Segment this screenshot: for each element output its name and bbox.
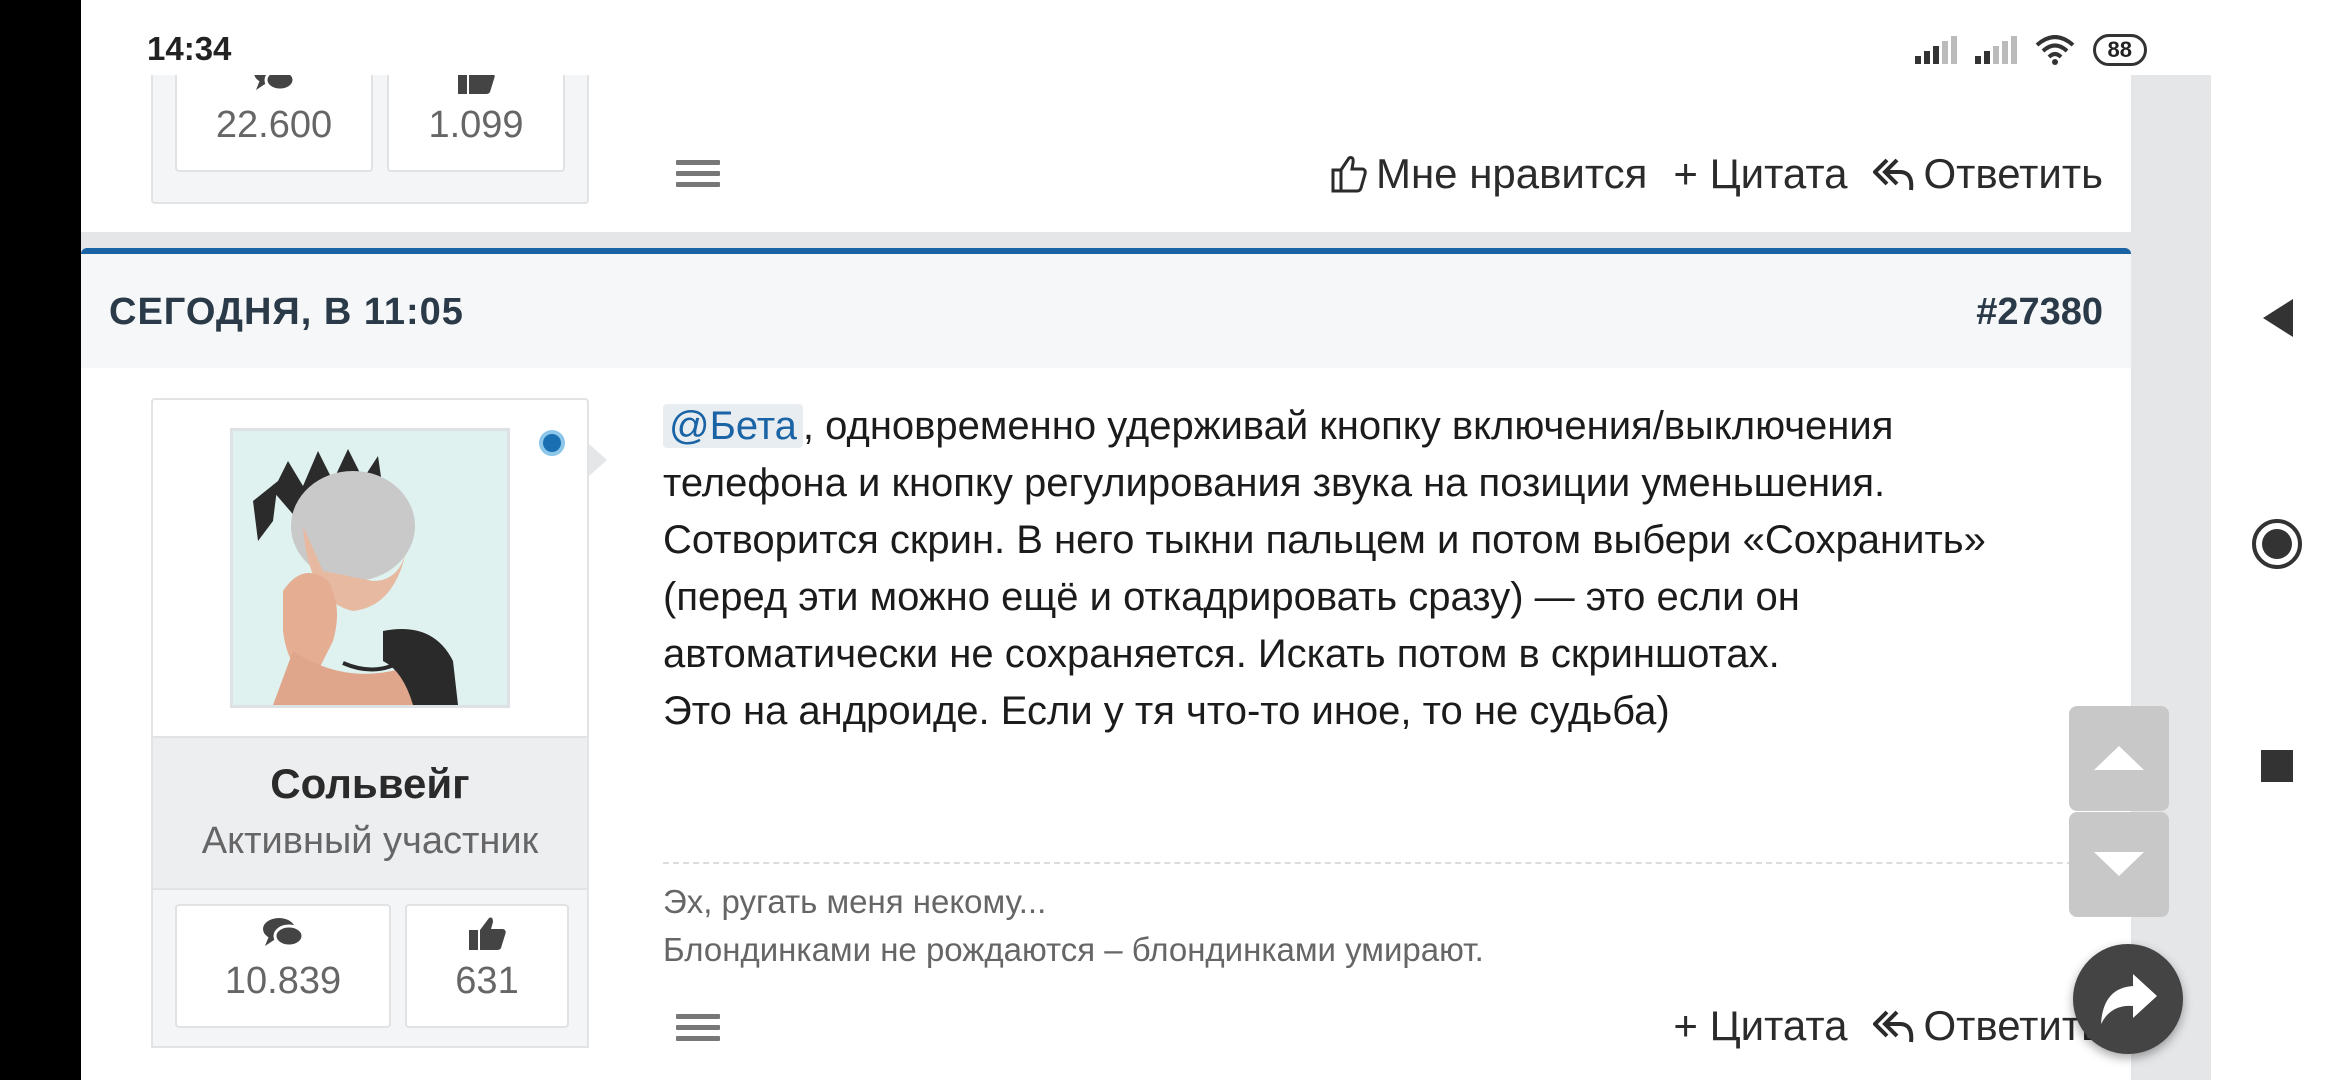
avatar[interactable] bbox=[230, 428, 510, 708]
battery-icon: 88 bbox=[2092, 34, 2147, 66]
username-link[interactable]: Сольвейг bbox=[153, 760, 587, 808]
post-line: Сотворится скрин. В него тыкни пальцем и… bbox=[663, 518, 1986, 562]
reply-button[interactable]: Ответить bbox=[1873, 1002, 2103, 1050]
back-icon[interactable] bbox=[2259, 297, 2295, 339]
signal-icon bbox=[1914, 36, 1957, 64]
signature: Эх, ругать меня некому... Блондинками не… bbox=[663, 862, 2143, 974]
scroll-up-button[interactable] bbox=[2069, 706, 2169, 811]
user-title: Активный участник bbox=[201, 820, 539, 862]
reply-label: Ответить bbox=[1923, 150, 2103, 197]
browser-viewport: 22.600 1.099 Мне нравится + Цитата Ответ… bbox=[81, 0, 2211, 1080]
quote-label: + Цитата bbox=[1673, 1002, 1848, 1049]
thumbs-up-icon bbox=[1331, 156, 1367, 193]
chevron-up-icon bbox=[2094, 746, 2144, 770]
likes-count: 1.099 bbox=[428, 104, 524, 146]
user-avatar-panel bbox=[151, 398, 607, 738]
forum-post: СЕГОДНЯ, В 11:05 #27380 Сольвейг Активны… bbox=[81, 248, 2143, 1080]
post-menu-icon[interactable] bbox=[676, 160, 720, 192]
post-content: @Бета, одновременно удерживай кнопку вкл… bbox=[663, 398, 2103, 740]
wifi-icon bbox=[2035, 35, 2074, 65]
system-navigation-bar bbox=[2211, 0, 2340, 1080]
user-name-panel: Сольвейг Активный участник bbox=[151, 738, 589, 890]
user-stats-panel: 10.839 631 bbox=[151, 890, 589, 1048]
like-label: Мне нравится bbox=[1376, 150, 1648, 197]
user-info: Сольвейг Активный участник 10.839 631 bbox=[151, 398, 607, 1048]
like-button[interactable]: Мне нравится bbox=[1330, 150, 1647, 198]
status-icons: 88 bbox=[1914, 30, 2147, 70]
reply-all-icon bbox=[1873, 158, 1914, 191]
post-line: телефона и кнопку регулирования звука на… bbox=[663, 461, 1886, 505]
quote-label: + Цитата bbox=[1673, 150, 1848, 197]
reply-button[interactable]: Ответить bbox=[1873, 150, 2103, 198]
post-line: автоматически не сохраняется. Искать пот… bbox=[663, 632, 1780, 676]
status-bar: 14:34 88 bbox=[81, 0, 2211, 75]
avatar-image bbox=[233, 431, 507, 705]
comments-icon bbox=[263, 918, 305, 948]
post-actions: + Цитата Ответить bbox=[1673, 1002, 2103, 1050]
post-line: (перед эти можно ещё и откадрировать сра… bbox=[663, 575, 1800, 619]
likes-count: 631 bbox=[455, 960, 519, 1002]
quote-button[interactable]: + Цитата bbox=[1673, 150, 1847, 198]
signal-icon bbox=[1974, 36, 2017, 64]
chevron-down-icon bbox=[2094, 852, 2144, 876]
online-indicator-icon bbox=[539, 430, 565, 456]
home-icon[interactable] bbox=[2251, 518, 2303, 570]
mention-link[interactable]: @Бета bbox=[663, 404, 803, 448]
post-line-text: , одновременно удерживай кнопку включени… bbox=[802, 404, 1894, 448]
thumbs-up-icon bbox=[469, 917, 506, 950]
reply-all-icon bbox=[1873, 1010, 1914, 1043]
clock: 14:34 bbox=[147, 30, 232, 67]
post-line: Это на андроиде. Если у тя что-то иное, … bbox=[663, 689, 1670, 733]
post-date: СЕГОДНЯ, В 11:05 bbox=[109, 291, 464, 333]
post-header: СЕГОДНЯ, В 11:05 #27380 bbox=[81, 254, 2131, 368]
share-button[interactable] bbox=[2073, 944, 2183, 1054]
messages-count: 10.839 bbox=[224, 960, 342, 1002]
post-menu-icon[interactable] bbox=[676, 1014, 720, 1046]
recents-icon[interactable] bbox=[2259, 748, 2295, 784]
post-number-link[interactable]: #27380 bbox=[1976, 291, 2103, 334]
messages-stat: 10.839 bbox=[175, 904, 391, 1028]
quote-button[interactable]: + Цитата bbox=[1673, 1002, 1847, 1050]
speech-pointer bbox=[589, 444, 607, 476]
share-arrow-icon bbox=[2101, 974, 2157, 1024]
signature-line: Блондинками не рождаются – блондинками у… bbox=[663, 931, 1484, 968]
signature-line: Эх, ругать меня некому... bbox=[663, 883, 1047, 920]
messages-count: 22.600 bbox=[215, 104, 333, 146]
previous-post-actions: Мне нравится + Цитата Ответить bbox=[1330, 150, 2103, 198]
scroll-down-button[interactable] bbox=[2069, 812, 2169, 917]
post-line: @Бета, одновременно удерживай кнопку вкл… bbox=[663, 398, 2103, 455]
likes-stat: 631 bbox=[405, 904, 569, 1028]
